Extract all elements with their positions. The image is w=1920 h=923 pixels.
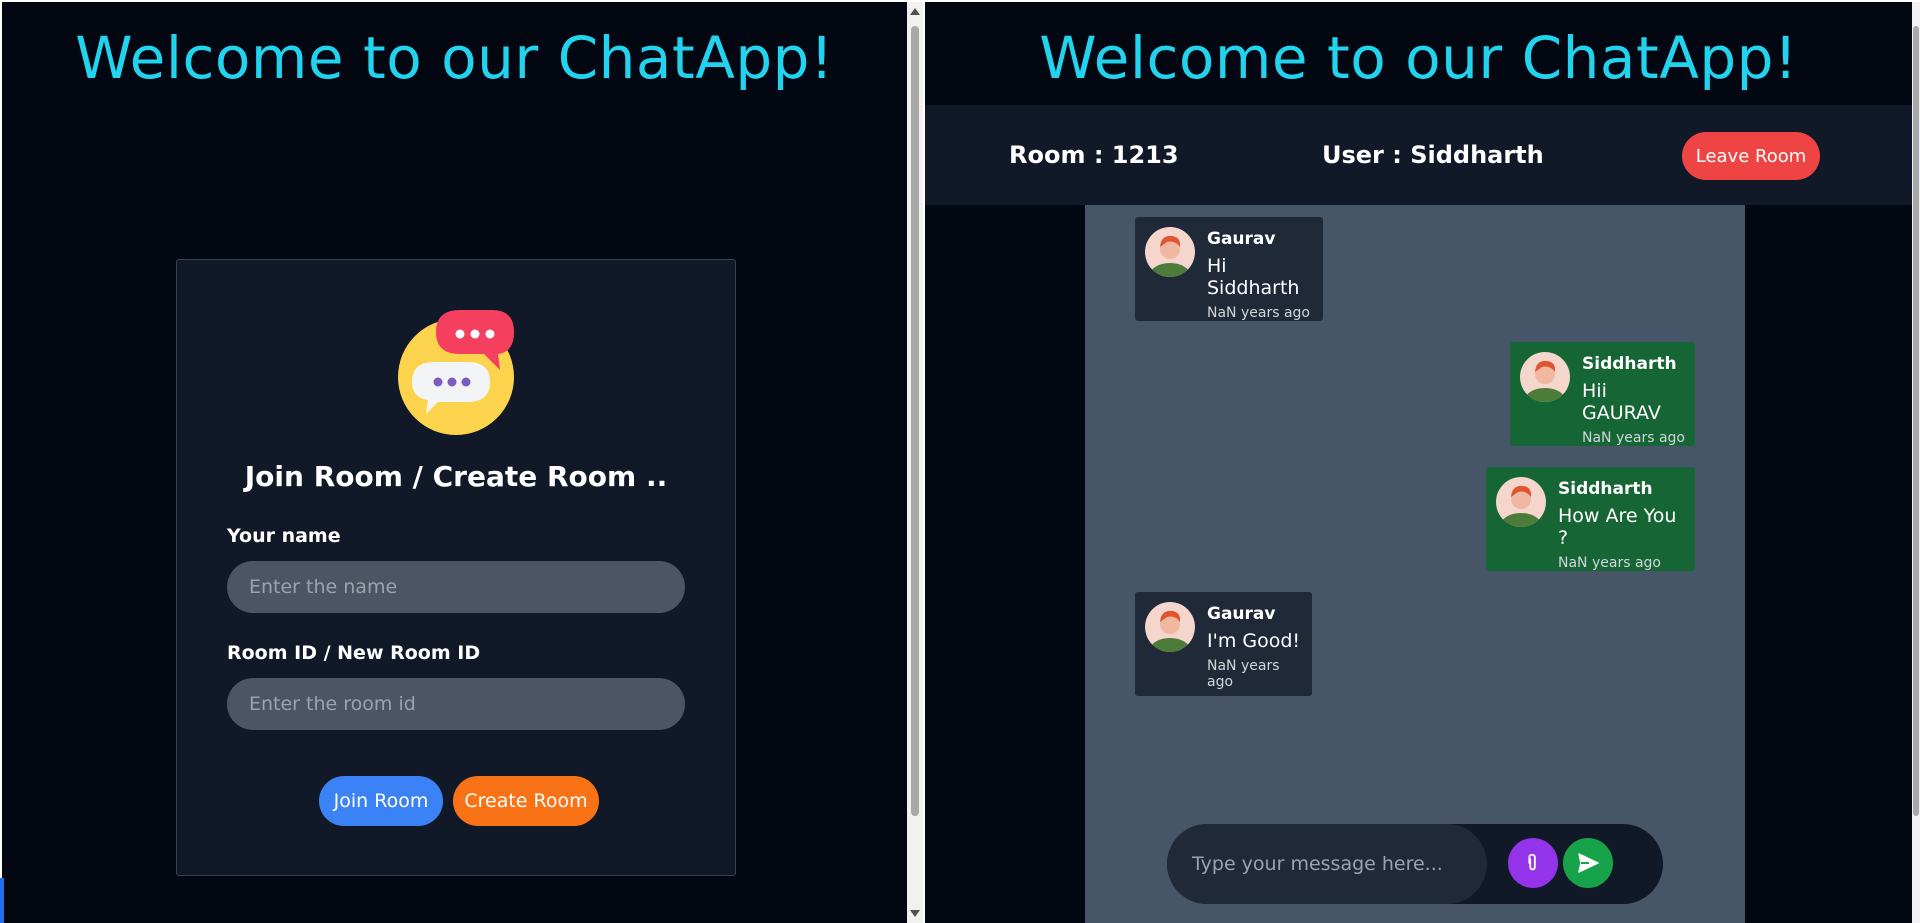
message-time: NaN years ago: [1207, 305, 1310, 321]
message-time: NaN years ago: [1582, 430, 1685, 446]
message-item: Gaurav I'm Good! NaN years ago: [1135, 592, 1312, 696]
avatar: [1145, 602, 1195, 652]
room-id-input[interactable]: [227, 678, 685, 730]
room-label: Room : 1213: [1009, 141, 1179, 169]
scroll-thumb[interactable]: [911, 26, 919, 816]
join-room-heading: Join Room / Create Room ..: [244, 460, 668, 493]
message-sender: Gaurav: [1207, 229, 1276, 249]
message-time: NaN years ago: [1558, 555, 1661, 571]
message-sender: Siddharth: [1582, 354, 1677, 374]
chat-header: Room : 1213 User : Siddharth Leave Room: [925, 105, 1912, 205]
user-label: User : Siddharth: [1322, 141, 1544, 169]
join-room-card: Join Room / Create Room .. Your name Roo…: [176, 259, 736, 876]
name-label: Your name: [227, 525, 341, 547]
room-id-label: Room ID / New Room ID: [227, 642, 481, 664]
name-input[interactable]: [227, 561, 685, 613]
desktop: Welcome to our ChatApp! Join Room / Crea…: [0, 0, 1920, 923]
window-edge: [0, 878, 4, 923]
message-text: How Are You ?: [1558, 505, 1677, 549]
scroll-thumb[interactable]: [1913, 26, 1919, 816]
avatar: [1520, 352, 1570, 402]
leave-room-button[interactable]: Leave Room: [1682, 132, 1820, 180]
left-scrollbar[interactable]: [907, 2, 923, 923]
avatar: [1145, 227, 1195, 277]
message-text: Hii GAURAV: [1582, 380, 1661, 424]
avatar-icon: [1496, 477, 1546, 527]
message-text: I'm Good!: [1207, 630, 1301, 652]
scroll-down-arrow-icon[interactable]: [910, 910, 920, 917]
avatar: [1496, 477, 1546, 527]
chat-room-window: Welcome to our ChatApp! Room : 1213 User…: [925, 2, 1912, 923]
right-scrollbar[interactable]: [1912, 2, 1920, 923]
message-item: Siddharth How Are You ? NaN years ago: [1486, 467, 1695, 571]
join-room-window: Welcome to our ChatApp! Join Room / Crea…: [2, 2, 907, 923]
message-sender: Gaurav: [1207, 604, 1276, 624]
message-item: Siddharth Hii GAURAV NaN years ago: [1510, 342, 1695, 446]
paperclip-icon: [1528, 853, 1536, 871]
message-input[interactable]: [1167, 824, 1487, 904]
message-time: NaN years ago: [1207, 658, 1280, 690]
message-text: Hi Siddharth: [1207, 255, 1300, 299]
send-icon: [1578, 853, 1599, 873]
app-title: Welcome to our ChatApp!: [75, 24, 834, 92]
send-button[interactable]: [1563, 838, 1613, 888]
message-list: Gaurav Hi Siddharth NaN years ago Siddha…: [1085, 205, 1745, 923]
avatar-icon: [1145, 602, 1195, 652]
chat-logo-icon: [398, 310, 514, 435]
message-item: Gaurav Hi Siddharth NaN years ago: [1135, 217, 1323, 321]
join-room-button[interactable]: Join Room: [319, 776, 443, 826]
attach-button[interactable]: [1508, 838, 1558, 888]
app-title: Welcome to our ChatApp!: [1039, 24, 1798, 92]
avatar-icon: [1520, 352, 1570, 402]
avatar-icon: [1145, 227, 1195, 277]
message-sender: Siddharth: [1558, 479, 1653, 499]
message-composer: [1167, 824, 1663, 904]
create-room-button[interactable]: Create Room: [453, 776, 599, 826]
scroll-up-arrow-icon[interactable]: [910, 8, 920, 15]
